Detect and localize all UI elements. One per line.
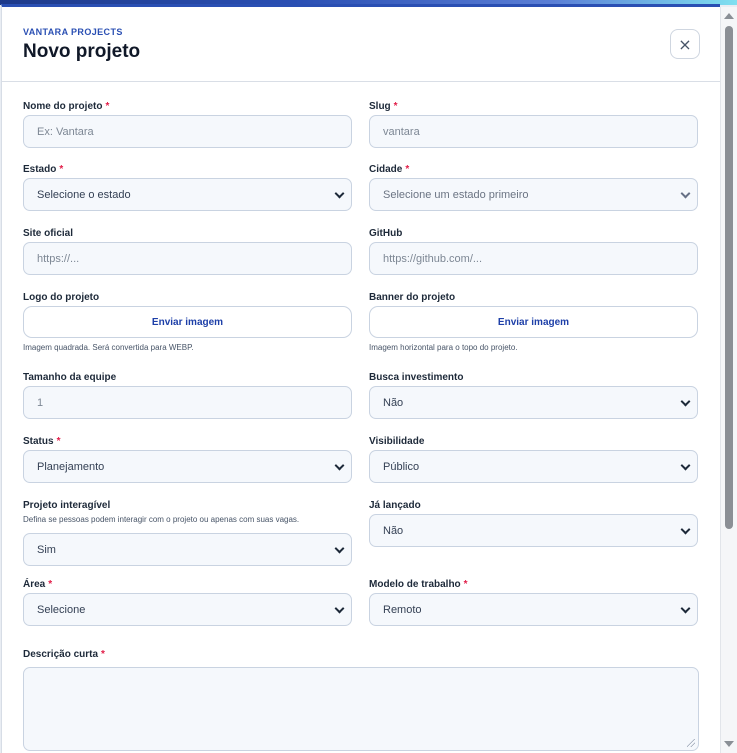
slug-label: Slug [369, 101, 391, 112]
field-logo: Logo do projeto Enviar imagem Imagem qua… [23, 292, 353, 357]
launched-select[interactable]: Não [369, 514, 698, 547]
field-visibility: Visibilidade Público [369, 436, 699, 483]
work-model-select[interactable]: Remoto [369, 593, 698, 626]
banner-label: Banner do projeto [369, 292, 456, 303]
status-select[interactable]: Planejamento [23, 450, 352, 483]
field-launched: Já lançado Não [369, 500, 699, 547]
chevron-down-icon [334, 543, 345, 554]
scroll-down-arrow-icon[interactable] [724, 741, 734, 747]
logo-hint: Imagem quadrada. Será convertida para WE… [23, 343, 194, 352]
required-mark: * [59, 164, 64, 175]
work-model-label: Modelo de trabalho [369, 579, 461, 590]
field-seeks-investment: Busca investimento Não [369, 372, 699, 419]
scroll-up-arrow-icon[interactable] [724, 13, 734, 19]
required-mark: * [101, 649, 105, 660]
chevron-down-icon [680, 396, 691, 407]
required-mark: * [105, 101, 110, 112]
project-name-input[interactable]: Ex: Vantara [23, 115, 352, 148]
field-short-description: Descrição curta * [23, 649, 703, 751]
short-description-textarea[interactable] [23, 667, 699, 751]
logo-label: Logo do projeto [23, 292, 100, 303]
short-description-label: Descrição curta [23, 649, 99, 660]
field-state: Estado * Selecione o estado [23, 164, 353, 211]
visibility-label: Visibilidade [369, 436, 425, 447]
seeks-investment-label: Busca investimento [369, 372, 464, 383]
resize-grip-icon[interactable] [687, 739, 695, 747]
field-city: Cidade * Selecione um estado primeiro [369, 164, 699, 211]
required-mark: * [48, 579, 53, 590]
chevron-down-icon [680, 188, 691, 199]
interactive-select[interactable]: Sim [23, 533, 352, 566]
required-mark: * [393, 101, 398, 112]
chevron-down-icon [680, 603, 691, 614]
field-team-size: Tamanho da equipe 1 [23, 372, 353, 419]
required-mark: * [405, 164, 410, 175]
area-label: Área [23, 579, 46, 590]
banner-hint: Imagem horizontal para o topo do projeto… [369, 343, 518, 352]
github-input[interactable]: https://github.com/... [369, 242, 698, 275]
project-name-label: Nome do projeto [23, 101, 103, 112]
scrollbar-thumb[interactable] [725, 26, 733, 529]
modal-header: VANTARA PROJECTS Novo projeto × [2, 7, 720, 82]
logo-upload-button[interactable]: Enviar imagem [23, 306, 352, 338]
chevron-down-icon [334, 460, 345, 471]
modal-eyebrow: VANTARA PROJECTS [23, 27, 123, 37]
required-mark: * [56, 436, 61, 447]
seeks-investment-select[interactable]: Não [369, 386, 698, 419]
interactive-label: Projeto interagível [23, 500, 111, 511]
team-size-input[interactable]: 1 [23, 386, 352, 419]
chevron-down-icon [680, 460, 691, 471]
chevron-down-icon [334, 188, 345, 199]
city-select[interactable]: Selecione um estado primeiro [369, 178, 698, 211]
chevron-down-icon [680, 524, 691, 535]
visibility-select[interactable]: Público [369, 450, 698, 483]
field-project-name: Nome do projeto * Ex: Vantara [23, 101, 353, 148]
area-select[interactable]: Selecione [23, 593, 352, 626]
field-github: GitHub https://github.com/... [369, 228, 699, 275]
field-banner: Banner do projeto Enviar imagem Imagem h… [369, 292, 699, 357]
vertical-scrollbar[interactable] [720, 7, 737, 753]
banner-upload-button[interactable]: Enviar imagem [369, 306, 698, 338]
field-slug: Slug * vantara [369, 101, 699, 148]
status-label: Status [23, 436, 54, 447]
website-input[interactable]: https://... [23, 242, 352, 275]
field-status: Status * Planejamento [23, 436, 353, 483]
interactive-hint: Defina se pessoas podem interagir com o … [23, 515, 300, 524]
new-project-modal: VANTARA PROJECTS Novo projeto × Nome do … [1, 4, 720, 753]
field-work-model: Modelo de trabalho * Remoto [369, 579, 699, 626]
close-icon: × [678, 34, 692, 54]
required-mark: * [463, 579, 468, 590]
close-button[interactable]: × [670, 29, 700, 59]
field-area: Área * Selecione [23, 579, 353, 626]
website-label: Site oficial [23, 228, 74, 239]
state-label: Estado [23, 164, 57, 175]
modal-title: Novo projeto [23, 41, 141, 62]
city-label: Cidade [369, 164, 403, 175]
field-website: Site oficial https://... [23, 228, 353, 275]
github-label: GitHub [369, 228, 403, 239]
chevron-down-icon [334, 603, 345, 614]
field-interactive: Projeto interagível Defina se pessoas po… [23, 500, 353, 566]
team-size-label: Tamanho da equipe [23, 372, 117, 383]
state-select[interactable]: Selecione o estado [23, 178, 352, 211]
slug-input[interactable]: vantara [369, 115, 698, 148]
launched-label: Já lançado [369, 500, 421, 511]
